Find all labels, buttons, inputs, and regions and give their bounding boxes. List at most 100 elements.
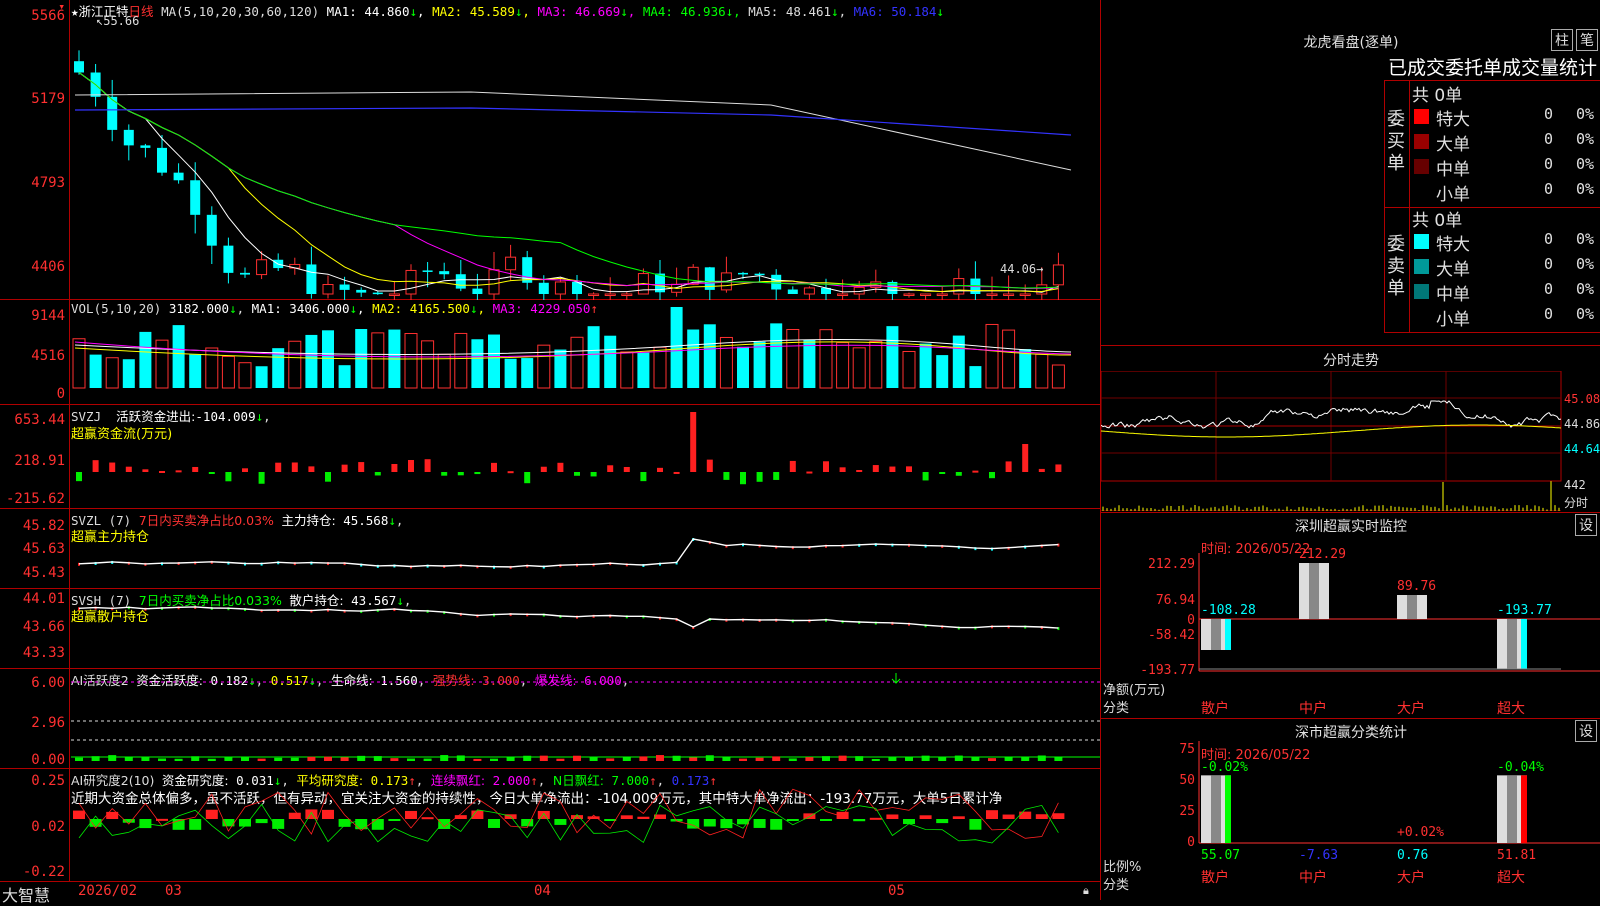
ai-activity-axis-label: 2.96 — [31, 715, 65, 731]
buy-orders-box: 委买单 共 0单 特大 0 0% 大单 0 0% 中单 0 0% 小单 0 0% — [1384, 80, 1600, 208]
volume-bar — [221, 355, 235, 389]
activity-bar — [988, 758, 996, 761]
classify-change-label: -0.02% — [1201, 760, 1248, 775]
ai-activity-axis: 6.00 2.96 0.00 — [0, 669, 70, 768]
buy-row-xl: 特大 0 0% — [1410, 105, 1600, 130]
svzl-panel[interactable]: 45.82 45.63 45.43 SVZL (7) 7日内买卖净占比0.03%… — [0, 509, 1100, 589]
activity-bar — [174, 758, 183, 761]
classify-bar — [1225, 775, 1231, 843]
research-bar — [637, 816, 650, 819]
monitor-section[interactable]: 深圳超赢实时监控 设 时间: 2026/05/22 212.29 76.94 0 -5… — [1101, 512, 1600, 719]
ma-line — [74, 91, 1072, 171]
monitor-value-label: 89.76 — [1397, 579, 1436, 594]
monitor-ylabel: 净额(万元) — [1103, 683, 1166, 698]
research-bar — [770, 819, 783, 830]
activity-bar — [739, 758, 747, 761]
volume-bar — [604, 335, 617, 388]
fund-flow-bar — [524, 472, 531, 484]
volume-bars[interactable] — [71, 300, 1100, 405]
ai-research-panel[interactable]: 0.25 0.02 -0.22 AI研究度2(10) 资金研究度: 0.031↓… — [0, 769, 1100, 881]
price-axis-label: 4406 — [31, 259, 65, 275]
sell-row-s: 小单 0 0% — [1436, 305, 1595, 330]
activity-bar — [207, 758, 216, 761]
monitor-chart[interactable]: 212.29 76.94 0-58.42 -193.77 -108.28 散户 212.29… — [1101, 513, 1600, 719]
candle-body — [1003, 293, 1015, 296]
research-bar — [371, 819, 384, 830]
price-axis: 5566 5179 4793 4406 ▾ — [0, 0, 70, 299]
research-bar — [936, 819, 949, 824]
classify-section[interactable]: 深市超赢分类统计 设 时间: 2026/05/22 75 50 25 0 -0.02% 5… — [1101, 718, 1600, 901]
research-bar — [255, 819, 268, 824]
intraday-chart[interactable] — [1101, 371, 1600, 511]
high-price-label: ↖55.66 — [96, 14, 140, 28]
volume-bar — [703, 324, 716, 388]
intraday-section[interactable]: 分时走势 45.08 44.86 44.64 442 分时 — [1101, 345, 1600, 511]
classify-axis-label: 0 — [1187, 835, 1195, 850]
candlestick-chart[interactable] — [71, 0, 1100, 300]
retail-series — [78, 606, 1059, 629]
fund-flow-bar — [574, 472, 580, 476]
activity-bar — [589, 756, 598, 761]
monitor-value-label: -108.28 — [1201, 603, 1256, 618]
candle-body — [388, 293, 400, 296]
classify-axis-label: 50 — [1179, 773, 1195, 788]
candle-body — [372, 292, 383, 295]
price-panel[interactable]: 5566 5179 4793 4406 ▾ ★浙江正特日线 MA(5,10,20… — [0, 0, 1100, 300]
research-bar — [405, 810, 417, 819]
fund-flow-bar — [424, 459, 431, 472]
fund-flow-bar — [806, 471, 813, 474]
candle-body — [837, 293, 849, 296]
retail-line[interactable] — [71, 589, 1100, 669]
ai-activity-chart[interactable] — [71, 669, 1100, 769]
svzl-axis-label: 45.63 — [22, 541, 65, 557]
date-axis: 大智慧 2026/02 03 04 05 🔒︎ — [0, 881, 1100, 905]
classify-chart[interactable]: 75 50 25 0 -0.02% 55.07 散户 -7.63 中户 +0.02% 0.76 大户 -… — [1101, 719, 1600, 901]
svzj-bars[interactable] — [71, 405, 1100, 509]
volume-panel[interactable]: 9144 4516 0 VOL(5,10,20) 3182.000↓, MA1:… — [0, 300, 1100, 405]
activity-bar — [805, 757, 814, 761]
monitor-category-label: 中户 — [1299, 700, 1327, 717]
volume-bar — [72, 338, 86, 389]
candle-body — [256, 259, 268, 276]
activity-bar — [241, 756, 249, 761]
longhu-title: 龙虎看盘(逐单) — [1303, 35, 1399, 51]
main-force-line[interactable] — [71, 509, 1100, 589]
fund-flow-bar — [657, 467, 663, 472]
activity-bar — [556, 758, 565, 761]
classify-bar — [1211, 775, 1221, 843]
intraday-price-label: 45.08 — [1564, 392, 1600, 406]
date-label: 2026/02 — [78, 883, 138, 899]
ai-activity-panel[interactable]: 6.00 2.96 0.00 AI活跃度2 资金活跃度: 0.182↓, 0.5… — [0, 669, 1100, 769]
activity-bar — [954, 755, 963, 761]
bar-view-button[interactable]: 柱 — [1551, 29, 1573, 51]
research-bar — [1019, 811, 1032, 819]
fund-flow-bar — [1038, 468, 1045, 472]
lock-icon[interactable]: 🔒︎ — [1083, 884, 1089, 898]
ai-research-axis-label: 0.02 — [31, 819, 65, 835]
svzj-panel[interactable]: 653.44 218.91 -215.62 SVZJ 活跃资金进出:-104.0… — [0, 405, 1100, 509]
fund-flow-bar — [607, 465, 614, 472]
volume-bar — [471, 339, 484, 388]
research-bar — [969, 819, 982, 830]
activity-bar — [788, 758, 797, 761]
volume-bar — [786, 328, 800, 389]
activity-bar — [158, 758, 166, 761]
research-bar — [986, 810, 998, 819]
date-label: 03 — [165, 883, 182, 899]
volume-bar — [238, 362, 252, 389]
svsh-panel[interactable]: 44.01 43.66 43.33 SVSH (7) 7日内买卖净占比0.033… — [0, 589, 1100, 669]
fund-flow-bar — [640, 472, 647, 482]
activity-bar — [1037, 755, 1046, 761]
activity-bar — [324, 756, 332, 761]
activity-bar — [456, 755, 465, 761]
activity-bar — [871, 758, 880, 761]
svsh-axis-label: 43.33 — [22, 645, 65, 661]
fund-flow-bar — [125, 466, 132, 472]
volume-bar — [122, 359, 135, 388]
ai-research-chart[interactable] — [71, 769, 1100, 881]
tick-view-button[interactable]: 笔 — [1576, 29, 1598, 51]
volume-axis-label: 0 — [56, 386, 65, 402]
intraday-price-label: 44.86 — [1564, 417, 1600, 431]
fund-flow-bar — [242, 468, 248, 472]
volume-bar — [869, 340, 883, 389]
